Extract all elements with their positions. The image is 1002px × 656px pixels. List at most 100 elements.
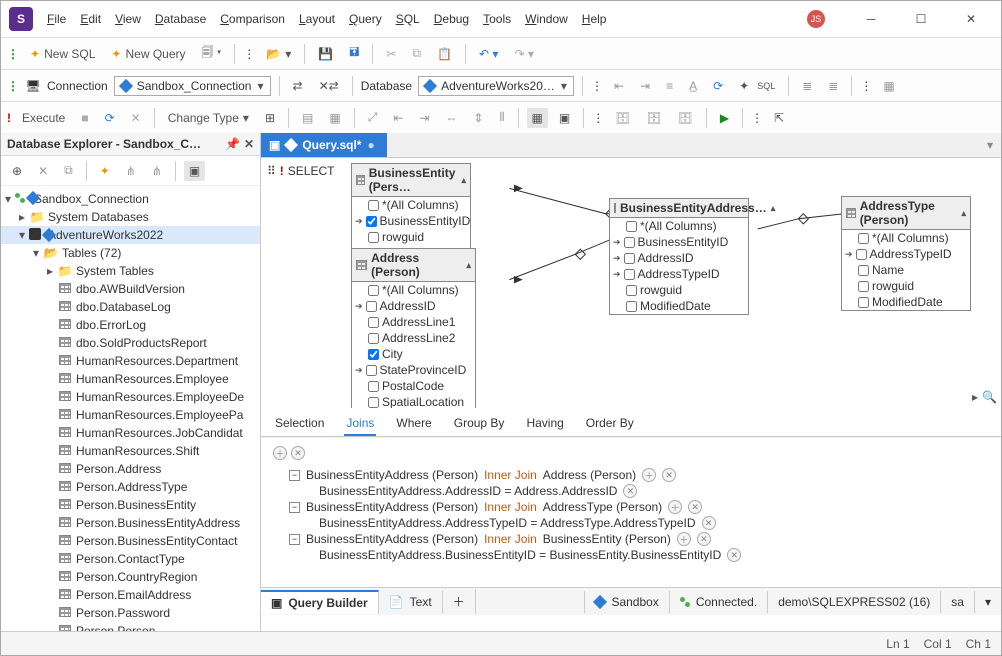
join-condition[interactable]: BusinessEntityAddress.BusinessEntityID =… <box>271 548 991 562</box>
filter2-button[interactable]: ⋔ <box>121 161 141 181</box>
tree-node[interactable]: Person.Person <box>1 622 260 631</box>
entity-address[interactable]: Address (Person)▴*(All Columns)➔AddressI… <box>351 248 476 408</box>
tree[interactable]: ▾ Sandbox_Connection▸📁System Databases▾ … <box>1 186 260 631</box>
column-checkbox[interactable] <box>626 285 637 296</box>
pin-icon[interactable]: 📌 <box>225 137 240 151</box>
join-entry[interactable]: − BusinessEntityAddress (Person) Inner J… <box>271 466 991 484</box>
minimize-button[interactable]: ─ <box>849 4 893 34</box>
entity-businessentityaddress[interactable]: BusinessEntityAddress…▴*(All Columns)➔Bu… <box>609 198 749 315</box>
tree-node[interactable]: Person.BusinessEntityContact <box>1 532 260 550</box>
connection-combo[interactable]: Sandbox_Connection▾ <box>114 76 271 96</box>
menu-window[interactable]: Window <box>519 8 574 30</box>
db-button3[interactable]: 🗄 <box>673 108 698 128</box>
column-checkbox[interactable] <box>624 253 635 264</box>
menu-database[interactable]: Database <box>149 8 212 30</box>
execute-button[interactable]: Execute <box>17 108 70 128</box>
sql-mode-button[interactable]: ✦SQL <box>734 76 780 96</box>
format-button[interactable]: ≡ <box>661 76 678 96</box>
layout1-button[interactable]: ▤ <box>297 108 318 128</box>
view-mode-button[interactable]: ▣ <box>184 161 205 181</box>
column-checkbox[interactable] <box>368 200 379 211</box>
play-button[interactable]: ▶ <box>715 108 734 128</box>
column-checkbox[interactable] <box>626 221 637 232</box>
layout2-button[interactable]: ▦ <box>324 108 345 128</box>
distrib-button[interactable]: ⫴ <box>494 107 509 128</box>
menu-sql[interactable]: SQL <box>390 8 426 30</box>
add-icon[interactable]: ＋ <box>668 500 682 514</box>
expand-button[interactable]: ⤢ <box>363 107 383 128</box>
collapse-icon[interactable]: − <box>289 534 300 545</box>
tree-node[interactable]: ▸📁System Databases <box>1 208 260 226</box>
profile-badge[interactable]: JS <box>807 10 825 28</box>
grid-view-button[interactable]: ▦ <box>527 108 548 128</box>
tree-node[interactable]: HumanResources.EmployeePa <box>1 406 260 424</box>
stop-button[interactable]: ■ <box>76 108 93 128</box>
column-checkbox[interactable] <box>624 269 635 280</box>
connect-button[interactable]: ⇄ <box>288 76 308 96</box>
tab-text[interactable]: 📄 Text <box>379 591 443 613</box>
tree-node[interactable]: Person.EmailAddress <box>1 586 260 604</box>
column-checkbox[interactable] <box>626 301 637 312</box>
scroll-right-icon[interactable]: ▸ <box>972 390 978 404</box>
remove-icon[interactable]: ✕ <box>702 516 716 530</box>
cut-button[interactable]: ✂ <box>381 44 401 64</box>
disconnect-button[interactable]: ✕⇄ <box>314 76 344 96</box>
open-button[interactable]: 📂 ▾ <box>261 44 296 64</box>
tree-node[interactable]: HumanResources.Employee <box>1 370 260 388</box>
save-all-button[interactable]: 🖬 <box>344 40 364 67</box>
tree-node[interactable]: ▾ AdventureWorks2022 <box>1 226 260 244</box>
tree-node[interactable]: HumanResources.JobCandidat <box>1 424 260 442</box>
tree-node[interactable]: dbo.ErrorLog <box>1 316 260 334</box>
entity-addresstype[interactable]: AddressType (Person)▴*(All Columns)➔Addr… <box>841 196 971 311</box>
indent-button[interactable]: ⇤ <box>609 76 629 96</box>
qtab-where[interactable]: Where <box>394 412 433 436</box>
add-join-button[interactable]: ＋ <box>273 446 287 460</box>
tab-menu-button[interactable]: ▾ <box>979 134 1001 156</box>
menu-comparison[interactable]: Comparison <box>214 8 291 30</box>
new-query-button[interactable]: ✦New Query <box>106 44 190 64</box>
tab-query[interactable]: ▣ Query.sql* ● <box>261 133 387 157</box>
tree-node[interactable]: dbo.AWBuildVersion <box>1 280 260 298</box>
tree-node[interactable]: dbo.DatabaseLog <box>1 298 260 316</box>
vcenter-button[interactable]: ⇕ <box>468 108 488 128</box>
filter1-button[interactable]: ✦ <box>95 161 115 181</box>
align-left-button[interactable]: ≣ <box>797 76 817 96</box>
qtab-joins[interactable]: Joins <box>344 412 376 436</box>
add-icon[interactable]: ＋ <box>642 468 656 482</box>
join-entry[interactable]: − BusinessEntityAddress (Person) Inner J… <box>271 498 991 516</box>
remove-join-button[interactable]: ✕ <box>291 446 305 460</box>
card-view-button[interactable]: ▣ <box>554 108 575 128</box>
undo-button[interactable]: ↶ ▾ <box>474 44 503 64</box>
remove-icon[interactable]: ✕ <box>662 468 676 482</box>
tree-node[interactable]: Person.CountryRegion <box>1 568 260 586</box>
refresh-button[interactable]: ⟳ <box>708 76 728 96</box>
column-checkbox[interactable] <box>368 397 379 408</box>
column-checkbox[interactable] <box>368 333 379 344</box>
tree-node[interactable]: ▾📂Tables (72) <box>1 244 260 262</box>
database-combo[interactable]: AdventureWorks20…▾ <box>418 76 574 96</box>
tree-node[interactable]: ▸📁System Tables <box>1 262 260 280</box>
column-checkbox[interactable] <box>368 381 379 392</box>
tree-node[interactable]: HumanResources.Department <box>1 352 260 370</box>
qtab-having[interactable]: Having <box>524 412 565 436</box>
save-button[interactable]: 💾 <box>313 44 338 64</box>
tree-node[interactable]: Person.AddressType <box>1 478 260 496</box>
remove-icon[interactable]: ✕ <box>623 484 637 498</box>
tree-node[interactable]: dbo.SoldProductsReport <box>1 334 260 352</box>
tree-node[interactable]: Person.Address <box>1 460 260 478</box>
collapse-icon[interactable]: − <box>289 502 300 513</box>
remove-icon[interactable]: ✕ <box>727 548 741 562</box>
menu-file[interactable]: File <box>41 8 72 30</box>
column-checkbox[interactable] <box>856 249 867 260</box>
column-checkbox[interactable] <box>366 301 377 312</box>
column-checkbox[interactable] <box>366 365 377 376</box>
tree-node[interactable]: Person.BusinessEntityAddress <box>1 514 260 532</box>
collapse-left-button[interactable]: ⇤ <box>388 108 408 128</box>
change-type-button[interactable]: Change Type ▾ <box>163 108 254 128</box>
qtab-order-by[interactable]: Order By <box>584 412 636 436</box>
column-checkbox[interactable] <box>858 281 869 292</box>
copy-button[interactable]: ⧉ <box>59 160 78 181</box>
new-subquery-button[interactable]: ⊞ <box>260 108 280 128</box>
maximize-button[interactable]: ☐ <box>899 4 943 34</box>
column-checkbox[interactable] <box>624 237 635 248</box>
